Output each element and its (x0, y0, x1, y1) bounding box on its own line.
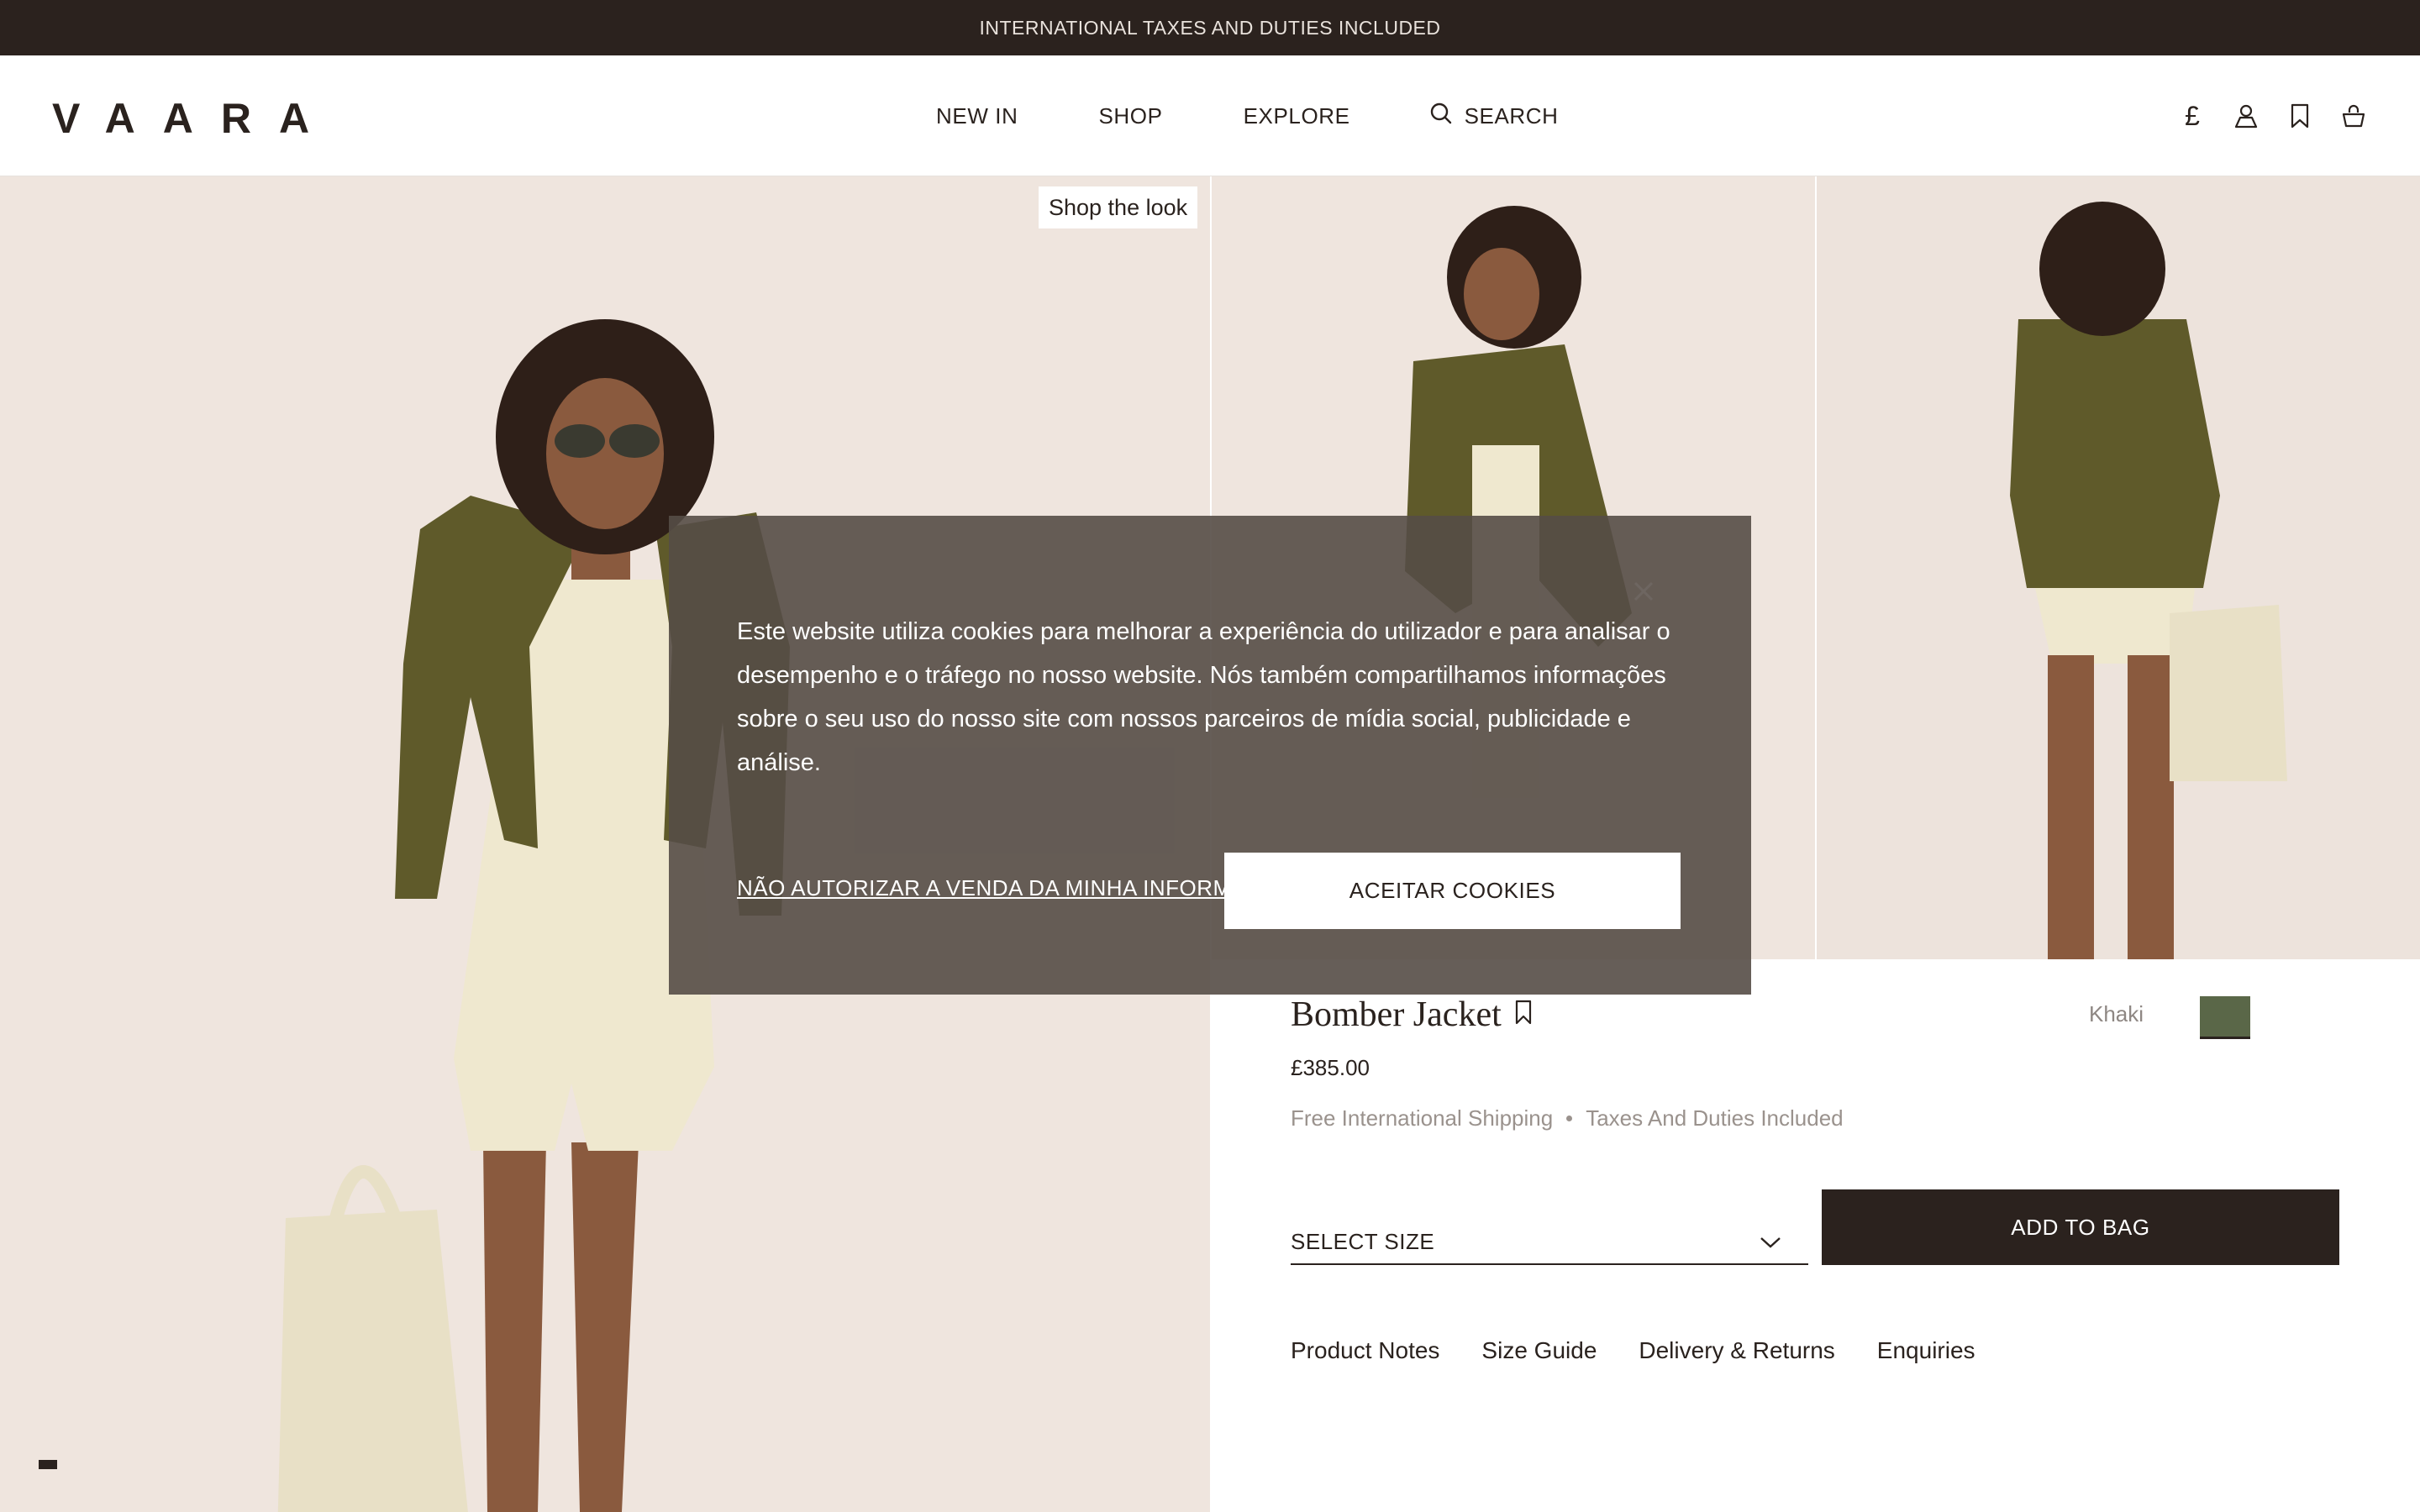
accept-cookies-button[interactable]: ACEITAR COOKIES (1224, 853, 1681, 929)
bookmark-icon[interactable] (2287, 103, 2312, 129)
site-logo[interactable]: VAARA (52, 94, 337, 143)
size-select-label: SELECT SIZE (1291, 1228, 1435, 1254)
shopping-bag-icon[interactable] (2341, 103, 2366, 129)
product-title: Bomber Jacket (1291, 995, 1502, 1034)
do-not-sell-link[interactable]: NÃO AUTORIZAR A VENDA DA MINHA INFORMAÇÃ… (737, 875, 1233, 901)
model-back-illustration (1817, 176, 2420, 959)
tab-product-notes[interactable]: Product Notes (1291, 1337, 1439, 1364)
account-icon[interactable] (2233, 103, 2259, 129)
cookie-consent-modal: Este website utiliza cookies para melhor… (669, 516, 1751, 995)
add-to-bag-button[interactable]: ADD TO BAG (1822, 1189, 2339, 1265)
close-icon[interactable] (1632, 580, 1655, 607)
swatch-selected-indicator (2200, 1037, 2250, 1039)
currency-pound-icon[interactable]: £ (2180, 101, 2205, 131)
shop-the-look-button[interactable]: Shop the look (1039, 186, 1198, 228)
site-header: VAARA NEW IN SHOP EXPLORE SEARCH £ (0, 55, 2420, 176)
shipping-text: Free International Shipping (1291, 1105, 1554, 1131)
tab-enquiries[interactable]: Enquiries (1877, 1337, 1975, 1364)
product-tabs: Product Notes Size Guide Delivery & Retu… (1291, 1337, 1975, 1364)
cookie-message: Este website utiliza cookies para melhor… (737, 618, 1670, 776)
product-image-back[interactable] (1817, 176, 2420, 959)
separator-dot (1566, 1116, 1573, 1121)
wishlist-bookmark-icon[interactable] (1514, 1000, 1533, 1029)
search-icon (1429, 102, 1453, 131)
shipping-info: Free International Shipping Taxes And Du… (1291, 1105, 1844, 1131)
header-actions: £ (2180, 55, 2366, 176)
announcement-text: INTERNATIONAL TAXES AND DUTIES INCLUDED (979, 16, 1441, 39)
nav-explore[interactable]: EXPLORE (1244, 103, 1350, 129)
tab-delivery-returns[interactable]: Delivery & Returns (1639, 1337, 1834, 1364)
color-name: Khaki (2089, 1001, 2144, 1026)
color-swatch-khaki[interactable] (2200, 996, 2250, 1040)
nav-shop[interactable]: SHOP (1098, 103, 1162, 129)
taxes-text: Taxes And Duties Included (1586, 1105, 1844, 1131)
product-price: £385.00 (1291, 1055, 1370, 1080)
nav-new-in[interactable]: NEW IN (936, 103, 1018, 129)
tab-size-guide[interactable]: Size Guide (1481, 1337, 1597, 1364)
main-nav: NEW IN SHOP EXPLORE SEARCH (936, 55, 1559, 176)
gallery-slide-indicator[interactable] (39, 1460, 57, 1469)
chevron-down-icon (1760, 1229, 1781, 1255)
announcement-bar: INTERNATIONAL TAXES AND DUTIES INCLUDED (0, 0, 2420, 55)
search-label: SEARCH (1464, 102, 1559, 129)
size-select[interactable]: SELECT SIZE (1291, 1189, 1808, 1265)
search-button[interactable]: SEARCH (1429, 102, 1559, 131)
